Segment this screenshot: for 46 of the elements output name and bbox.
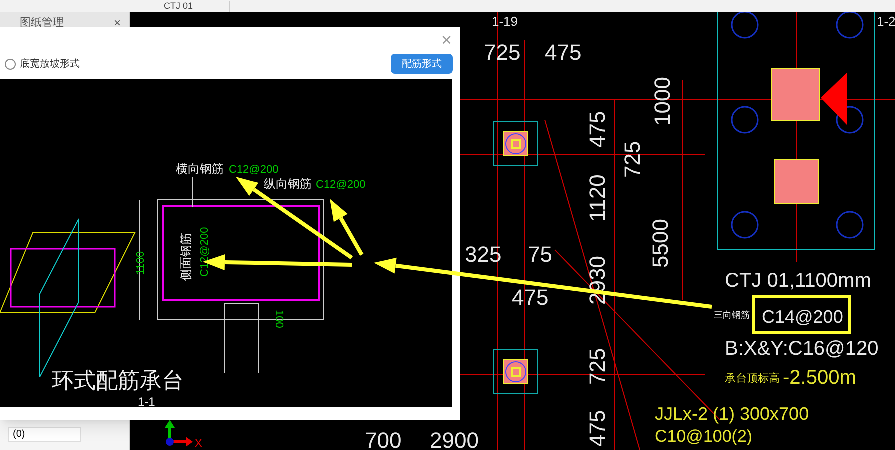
rebar-form-button[interactable]: 配筋形式 bbox=[391, 54, 453, 74]
rebar-value: C12@200 bbox=[229, 164, 279, 176]
column-block bbox=[772, 68, 820, 122]
dimension-text: 700 bbox=[365, 428, 402, 450]
beam-name: JJLx-2 (1) 300x700 bbox=[655, 404, 810, 424]
dimension-text: 2900 bbox=[430, 428, 479, 450]
beam-stirrup: C10@100(2) bbox=[655, 427, 753, 446]
dimension-text: 75 bbox=[528, 242, 552, 267]
rebar-value: C12@200 bbox=[316, 179, 366, 191]
dimension-text: 5500 bbox=[648, 219, 673, 268]
section-number: 1-1 bbox=[138, 395, 156, 407]
pile-drawing bbox=[494, 122, 538, 166]
pile-cap-title: CTJ 01,1100mm bbox=[725, 270, 872, 292]
rebar-prefix: 三向钢筋 bbox=[714, 310, 750, 320]
rebar-label: 纵向钢筋 bbox=[264, 177, 312, 191]
dimension-text: 1100 bbox=[135, 251, 147, 275]
dimension-text: 1000 bbox=[650, 77, 675, 126]
dimension-text: 475 bbox=[585, 111, 610, 148]
axis-icon bbox=[165, 420, 193, 447]
bottom-rebar-text: B:X&Y:C16@120 bbox=[725, 338, 879, 360]
radio-icon[interactable] bbox=[5, 58, 16, 70]
radio-option[interactable]: 底宽放坡形式 bbox=[5, 56, 80, 72]
panel-title: 图纸管理 bbox=[19, 16, 64, 31]
elevation-prefix: 承台顶标高 bbox=[725, 373, 780, 385]
pile-drawing bbox=[494, 350, 538, 394]
dimension-text: 1120 bbox=[585, 174, 610, 222]
dimension-text: 475 bbox=[585, 410, 610, 447]
rebar-value: C14@200 bbox=[762, 307, 844, 327]
axis-label: X bbox=[195, 438, 202, 450]
pile-circle bbox=[836, 211, 864, 239]
pile-circle bbox=[731, 211, 759, 239]
pile-circle bbox=[731, 106, 759, 134]
dimension-text: 725 bbox=[620, 141, 645, 178]
rebar-label: 横向钢筋 bbox=[176, 162, 224, 176]
rebar-value: C12@200 bbox=[199, 227, 211, 277]
property-field[interactable]: (0) bbox=[8, 427, 81, 442]
section-caption: 环式配筋承台 bbox=[52, 368, 184, 393]
column-block bbox=[774, 160, 820, 204]
rebar-label: 侧面钢筋 bbox=[179, 233, 193, 281]
axis-number: 1-2 bbox=[877, 14, 895, 29]
marker-triangle bbox=[821, 73, 847, 125]
dimension-text: 475 bbox=[545, 40, 582, 65]
dimension-text: 100 bbox=[273, 310, 285, 328]
elevation-value: -2.500m bbox=[783, 367, 856, 389]
dimension-text: 725 bbox=[585, 348, 610, 385]
dimension-text: 2930 bbox=[585, 256, 610, 305]
